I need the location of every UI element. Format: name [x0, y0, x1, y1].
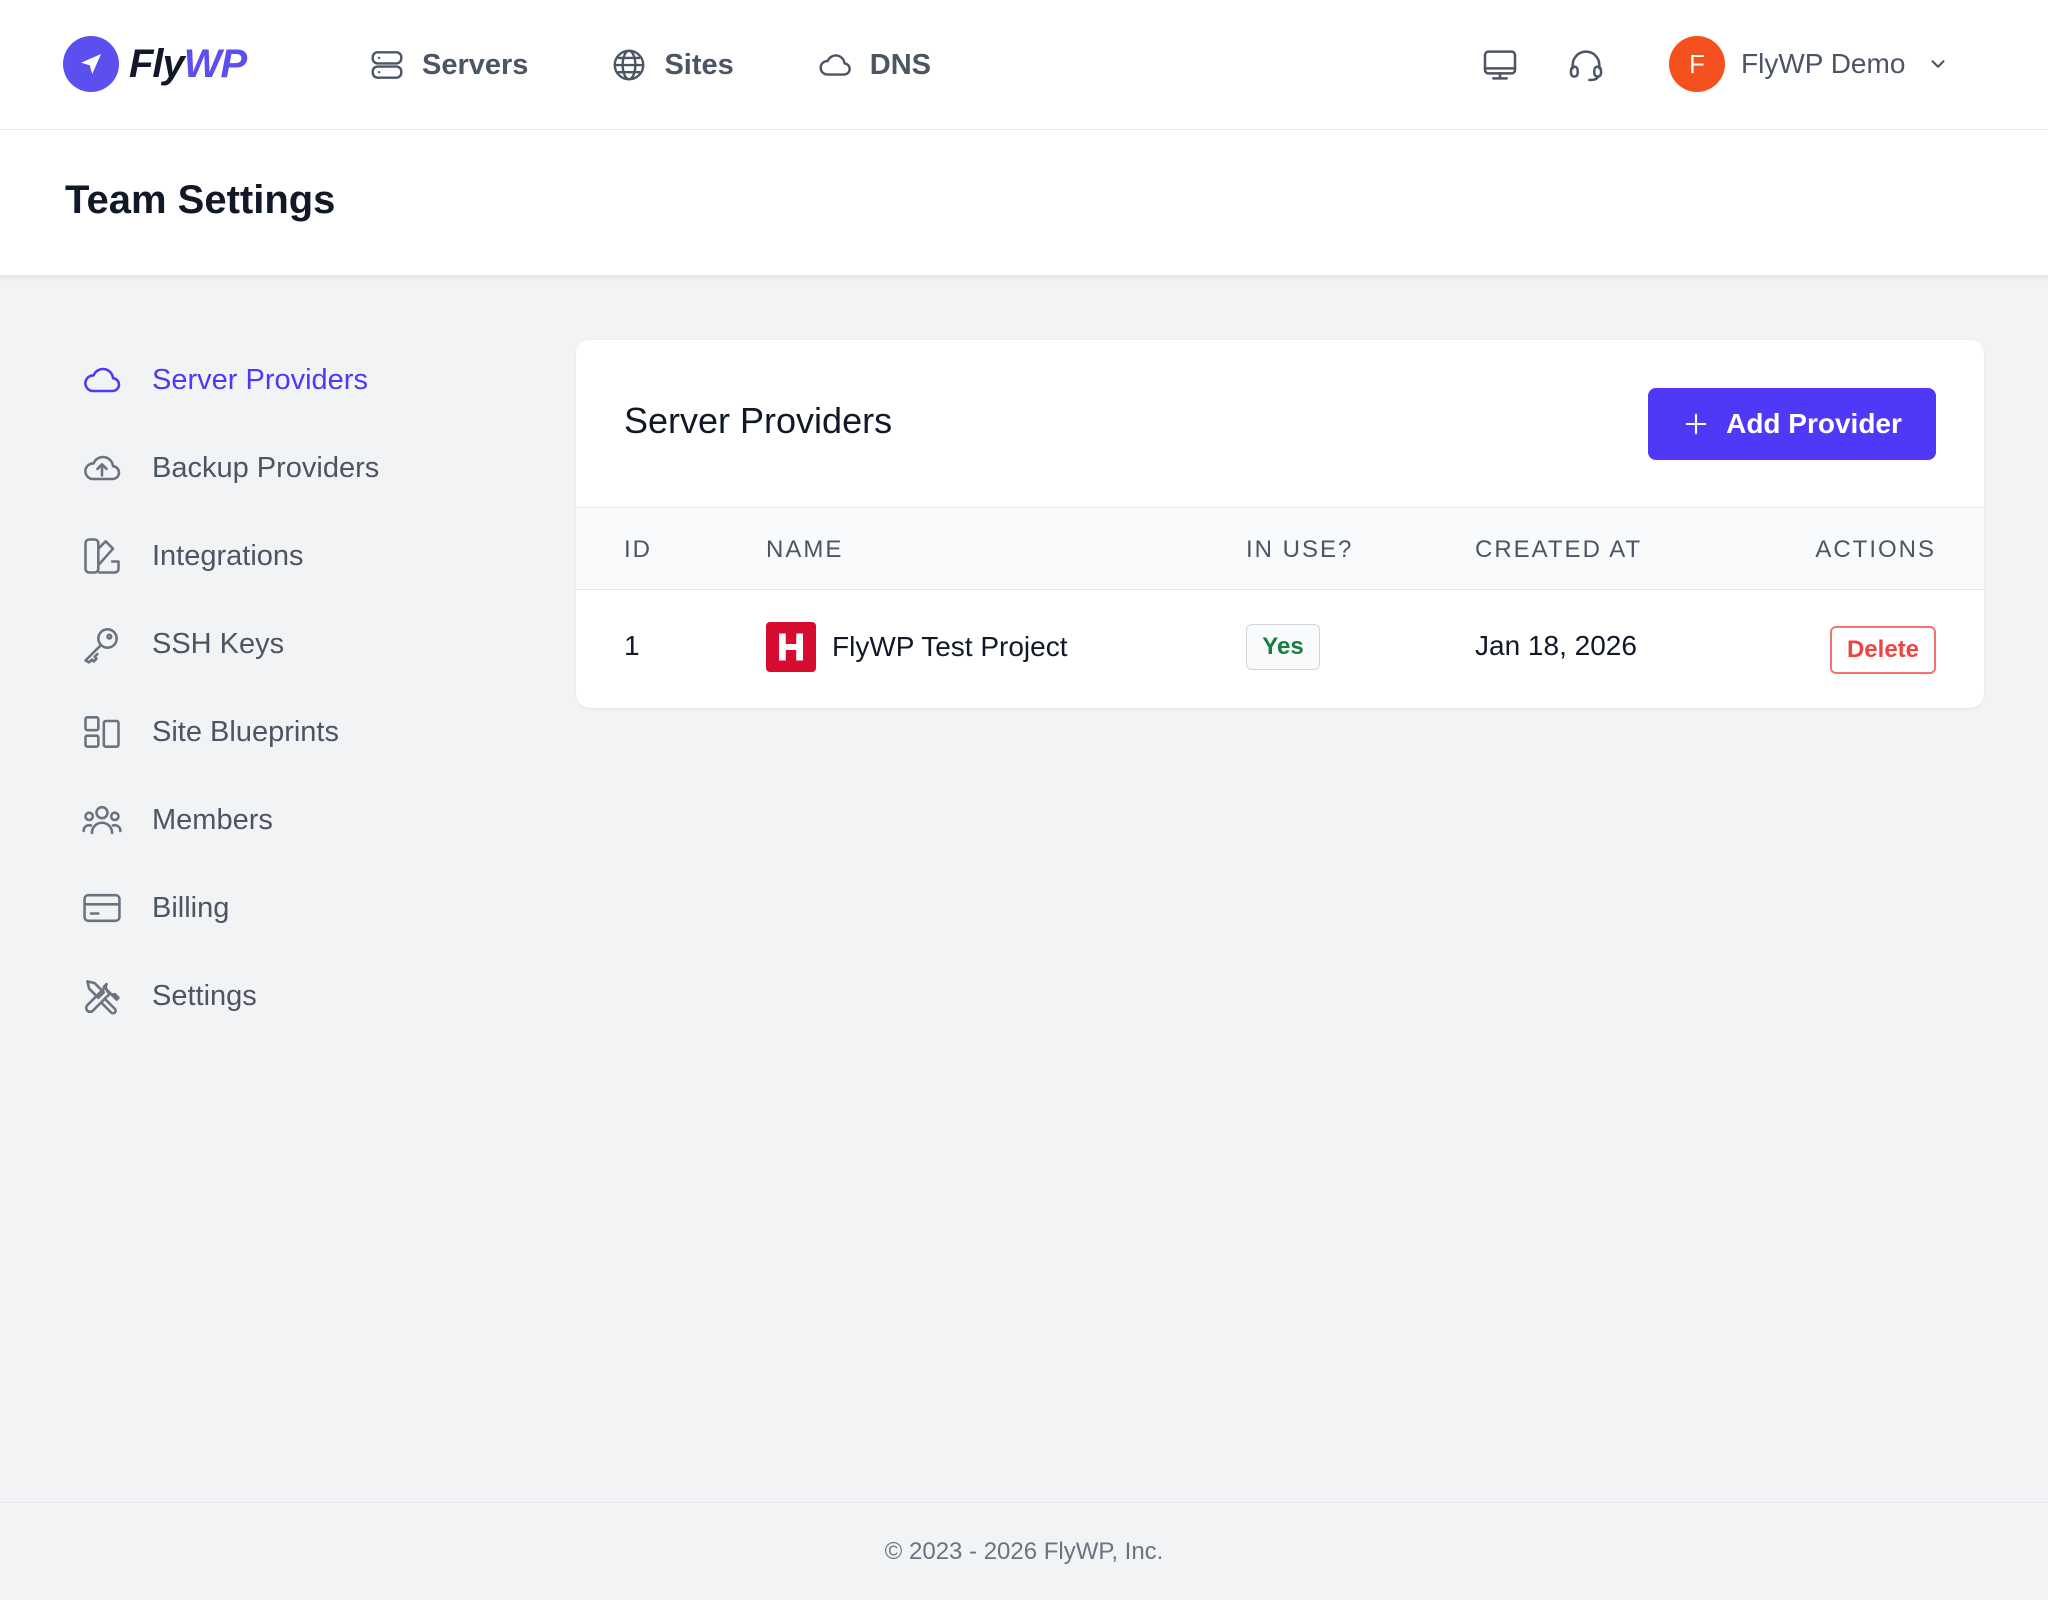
column-header-name: Name	[766, 536, 844, 563]
sidebar-item-label: Integrations	[152, 539, 304, 572]
monitor-icon[interactable]	[1480, 45, 1520, 85]
add-provider-button[interactable]: Add Provider	[1648, 388, 1936, 460]
sidebar-item-billing[interactable]: Billing	[80, 884, 500, 932]
table-header: ID Name In Use? Created At Actions	[576, 508, 1984, 590]
sidebar-item-members[interactable]: Members	[80, 796, 500, 844]
card-header: Server Providers Add Provider	[576, 340, 1984, 508]
sidebar-item-site-blueprints[interactable]: Site Blueprints	[80, 708, 500, 756]
nav-label: DNS	[869, 48, 931, 81]
user-name: FlyWP Demo	[1741, 48, 1906, 79]
sidebar-item-label: Backup Providers	[152, 451, 380, 484]
column-header-actions: Actions	[1815, 536, 1936, 563]
users-icon	[82, 805, 122, 835]
in-use-badge: Yes	[1246, 624, 1320, 670]
sidebar-item-label: Settings	[152, 979, 257, 1012]
sidebar-item-label: Billing	[152, 891, 230, 924]
headset-icon[interactable]	[1566, 45, 1606, 85]
server-providers-card: Server Providers Add Provider ID Name In…	[576, 340, 1984, 708]
column-header-in-use: In Use?	[1246, 536, 1354, 563]
footer: © 2023 - 2026 FlyWP, Inc.	[0, 1502, 2048, 1600]
nav-item-sites[interactable]: Sites	[610, 46, 734, 84]
provider-name-cell: FlyWP Test Project	[766, 622, 1067, 672]
server-icon	[371, 51, 403, 79]
user-menu[interactable]: F FlyWP Demo	[1669, 36, 1949, 92]
column-header-created-at: Created At	[1475, 536, 1643, 563]
globe-icon	[614, 49, 645, 81]
cloud-icon	[84, 367, 121, 393]
logo-plane-icon	[63, 36, 119, 92]
sidebar-item-server-providers[interactable]: Server Providers	[80, 356, 500, 404]
column-header-id: ID	[624, 536, 652, 563]
card-title: Server Providers	[624, 400, 893, 441]
copyright-text: © 2023 - 2026 FlyWP, Inc.	[884, 1537, 1164, 1565]
page-title: Team Settings	[65, 178, 336, 222]
swatch-icon	[84, 538, 120, 574]
table-row: 1 FlyWP Test Project Yes Jan 18, 2026 De…	[576, 590, 1984, 707]
flywp-logo[interactable]: FlyWP	[63, 36, 247, 92]
nav-label: Servers	[422, 48, 529, 81]
blueprint-icon	[84, 716, 120, 748]
nav-item-servers[interactable]: Servers	[368, 46, 528, 84]
nav-item-dns[interactable]: DNS	[816, 46, 931, 84]
provider-id: 1	[624, 630, 640, 661]
sidebar-item-integrations[interactable]: Integrations	[80, 532, 500, 580]
sidebar-item-label: Server Providers	[152, 363, 368, 396]
sidebar-item-ssh-keys[interactable]: SSH Keys	[80, 620, 500, 668]
tools-icon	[84, 980, 120, 1015]
credit-card-icon	[83, 893, 121, 923]
sidebar-item-label: SSH Keys	[152, 627, 285, 660]
key-icon	[84, 628, 118, 664]
chevron-down-icon	[1931, 60, 1945, 68]
sidebar-item-settings[interactable]: Settings	[80, 972, 500, 1020]
page-header: Team Settings	[0, 130, 2048, 276]
sidebar-item-backup-providers[interactable]: Backup Providers	[80, 444, 500, 492]
sidebar-item-label: Site Blueprints	[152, 715, 339, 748]
settings-sidebar: Server Providers Backup Providers Integr…	[80, 356, 500, 1060]
hetzner-icon	[766, 622, 816, 672]
delete-button[interactable]: Delete	[1830, 626, 1936, 674]
cloud-icon	[819, 54, 851, 76]
sidebar-item-label: Members	[152, 803, 273, 836]
cloud-upload-icon	[84, 455, 121, 481]
provider-name: FlyWP Test Project	[832, 631, 1068, 662]
plus-icon	[1685, 413, 1707, 435]
nav-label: Sites	[664, 48, 734, 81]
add-provider-label: Add Provider	[1726, 408, 1902, 439]
top-navbar: FlyWP Servers Sites DNS F FlyWP Demo	[0, 0, 2048, 130]
main-nav: Servers Sites DNS	[368, 40, 1013, 90]
logo-wordmark: FlyWP	[129, 41, 247, 86]
created-at: Jan 18, 2026	[1475, 630, 1637, 661]
avatar: F	[1669, 36, 1725, 92]
